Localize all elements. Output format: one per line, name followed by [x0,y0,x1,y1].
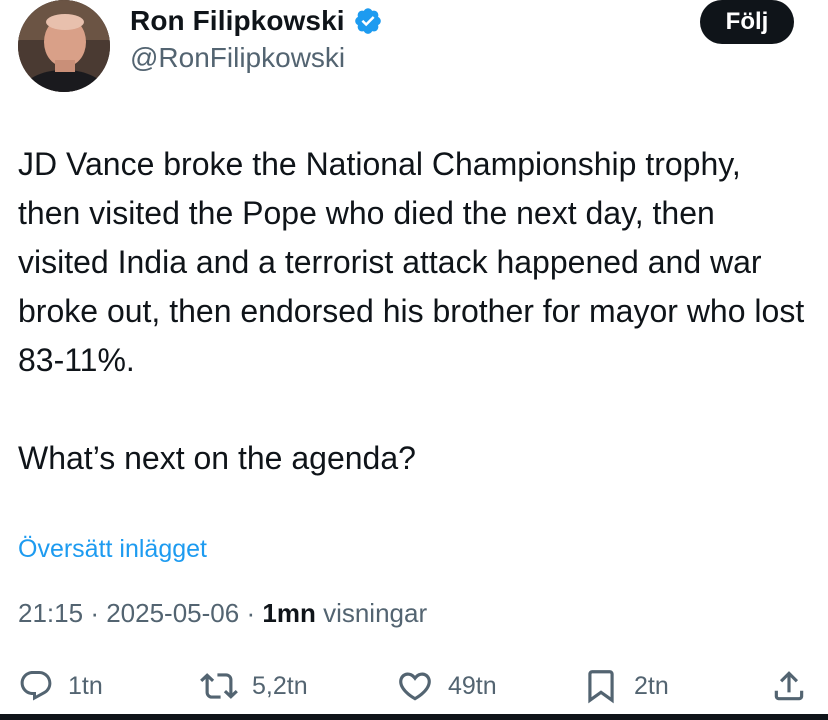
heart-icon [396,667,434,705]
views-count: 1mn [262,598,316,628]
tweet-meta: 21:15 · 2025-05-06 · 1mn visningar [18,598,427,629]
tweet-paragraph: JD Vance broke the National Championship… [18,146,805,378]
bookmark-button[interactable]: 2tn [582,662,669,710]
retweet-button[interactable]: 5,2tn [200,662,308,710]
follow-button[interactable]: Följ [700,0,794,44]
translate-link[interactable]: Översätt inlägget [18,535,207,564]
retweet-icon [200,667,238,705]
author-display-name[interactable]: Ron Filipkowski [130,5,345,37]
bookmark-icon [582,667,620,705]
share-icon [770,667,808,705]
like-button[interactable]: 49tn [396,662,497,710]
author-name-row: Ron Filipkowski [130,2,383,40]
bookmark-count: 2tn [634,671,669,700]
action-bar: 1tn 5,2tn 49tn 2tn [0,662,828,710]
views-label: visningar [323,598,428,628]
reply-button[interactable]: 1tn [18,662,103,710]
author-handle[interactable]: @RonFilipkowski [130,42,345,74]
tweet-text: JD Vance broke the National Championship… [18,140,808,483]
like-count: 49tn [448,671,497,700]
retweet-count: 5,2tn [252,671,308,700]
tweet-date[interactable]: 2025-05-06 [106,598,239,628]
avatar[interactable] [18,0,110,92]
bottom-divider [0,714,828,720]
reply-icon [18,668,54,704]
meta-separator: · [90,598,99,628]
share-button[interactable] [770,662,808,710]
verified-badge-icon [353,6,383,36]
tweet-paragraph: What’s next on the agenda? [18,440,416,476]
reply-count: 1tn [68,671,103,700]
tweet-time[interactable]: 21:15 [18,598,83,628]
meta-separator: · [246,598,256,628]
